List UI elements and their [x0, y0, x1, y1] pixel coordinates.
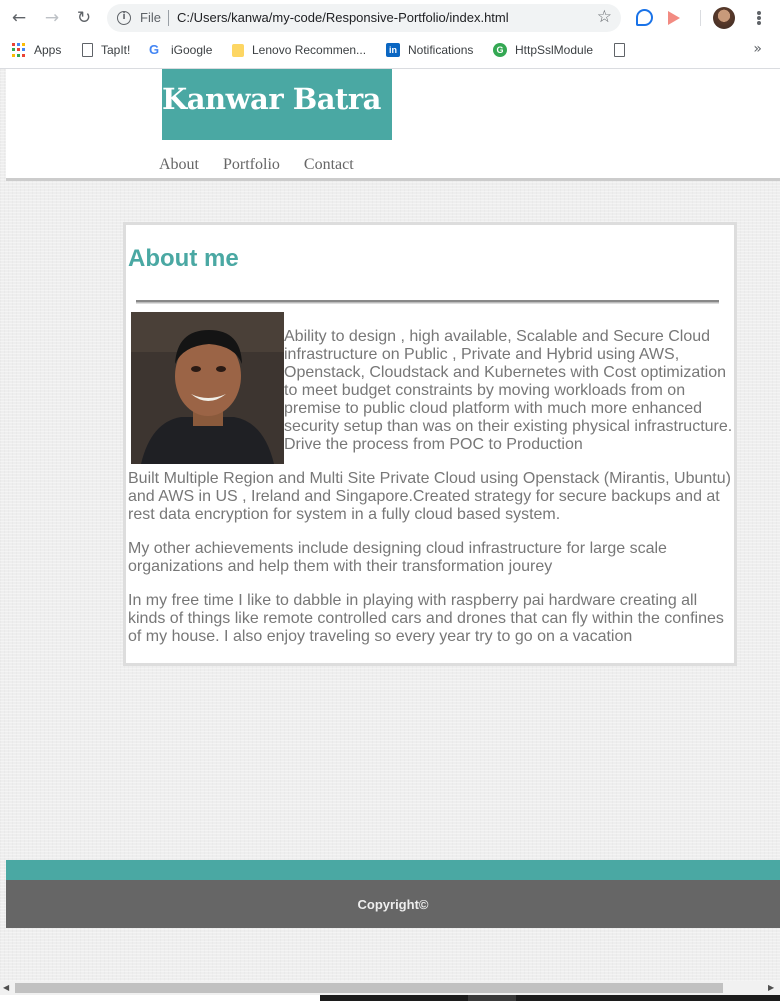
- site-footer: Copyright©: [6, 880, 780, 928]
- scroll-left-icon[interactable]: ◀: [3, 983, 9, 992]
- about-paragraph: My other achievements include designing …: [128, 540, 667, 575]
- linkedin-icon: in: [386, 43, 400, 57]
- bookmark-tapit[interactable]: TapIt!: [82, 42, 130, 58]
- horizontal-scrollbar[interactable]: ◀ ▶: [0, 981, 780, 995]
- browser-toolbar: ← → ↻ i File C:/Users/kanwa/my-code/Resp…: [0, 0, 780, 36]
- bookmarks-bar: Apps TapIt! G iGoogle Lenovo Recommen...…: [0, 36, 780, 64]
- folder-icon: [232, 43, 244, 57]
- bookmark-label: Lenovo Recommen...: [252, 43, 367, 57]
- scrollbar-thumb[interactable]: [15, 983, 723, 993]
- nav-link-about[interactable]: About: [159, 156, 199, 174]
- profile-avatar-icon[interactable]: [713, 7, 735, 29]
- about-paragraph: In my free time I like to dabble in play…: [128, 592, 724, 645]
- nav-link-contact[interactable]: Contact: [304, 156, 354, 174]
- bookmark-star-icon[interactable]: ☆: [597, 7, 612, 27]
- bookmark-label: HttpSslModule: [515, 43, 594, 57]
- page-viewport: Kanwar Batra About Portfolio Contact Abo…: [0, 69, 780, 981]
- heading-divider: [136, 300, 719, 304]
- bookmarks-overflow-icon[interactable]: »: [753, 41, 762, 57]
- site-nav: About Portfolio Contact: [159, 156, 378, 174]
- green-g-icon: G: [493, 43, 507, 57]
- toolbar-separator: [700, 10, 701, 26]
- address-bar[interactable]: i File C:/Users/kanwa/my-code/Responsive…: [107, 4, 621, 32]
- nav-link-portfolio[interactable]: Portfolio: [223, 156, 280, 174]
- site-header: Kanwar Batra About Portfolio Contact: [6, 69, 780, 181]
- bookmark-notifications[interactable]: in Notifications: [386, 42, 473, 58]
- taskbar-active-item: [468, 995, 516, 1001]
- bookmark-label: Apps: [34, 43, 62, 57]
- google-icon: G: [149, 42, 160, 57]
- video-extension-icon[interactable]: [668, 11, 680, 25]
- bookmark-httpsslmodule[interactable]: G HttpSslModule: [493, 42, 593, 58]
- page-icon: [614, 43, 625, 57]
- logo[interactable]: Kanwar Batra: [162, 69, 392, 140]
- apps-grid-icon: [12, 43, 26, 57]
- about-paragraph: Built Multiple Region and Multi Site Pri…: [128, 470, 731, 523]
- reload-icon[interactable]: ↻: [74, 8, 94, 28]
- info-icon[interactable]: i: [117, 11, 131, 25]
- profile-photo: [131, 312, 284, 464]
- bookmark-label: Notifications: [408, 43, 474, 57]
- forward-arrow-icon[interactable]: →: [42, 8, 62, 28]
- chat-extension-icon[interactable]: [636, 9, 653, 26]
- bookmark-label: TapIt!: [101, 43, 131, 57]
- back-arrow-icon[interactable]: ←: [9, 8, 29, 28]
- footer-accent-bar: [6, 860, 780, 880]
- address-separator: [168, 10, 169, 26]
- bookmark-igoogle[interactable]: G iGoogle: [149, 42, 212, 58]
- more-menu-icon[interactable]: [752, 8, 766, 28]
- url-text[interactable]: C:/Users/kanwa/my-code/Responsive-Portfo…: [177, 10, 509, 25]
- about-heading: About me: [128, 245, 239, 272]
- site-brand: Kanwar Batra: [162, 82, 381, 116]
- about-card: About me Ability to design , high availa…: [123, 222, 737, 666]
- page-icon: [82, 43, 93, 57]
- about-intro: Ability to design , high available, Scal…: [284, 328, 733, 453]
- bookmark-apps[interactable]: Apps: [12, 42, 61, 58]
- url-scheme-label: File: [140, 10, 161, 25]
- bookmark-label: iGoogle: [171, 43, 213, 57]
- bookmark-lenovo[interactable]: Lenovo Recommen...: [232, 42, 366, 58]
- taskbar-dark-strip: [320, 995, 780, 1001]
- bookmark-untitled[interactable]: [614, 42, 633, 58]
- copyright-text: Copyright©: [357, 897, 429, 912]
- scroll-right-icon[interactable]: ▶: [768, 983, 774, 992]
